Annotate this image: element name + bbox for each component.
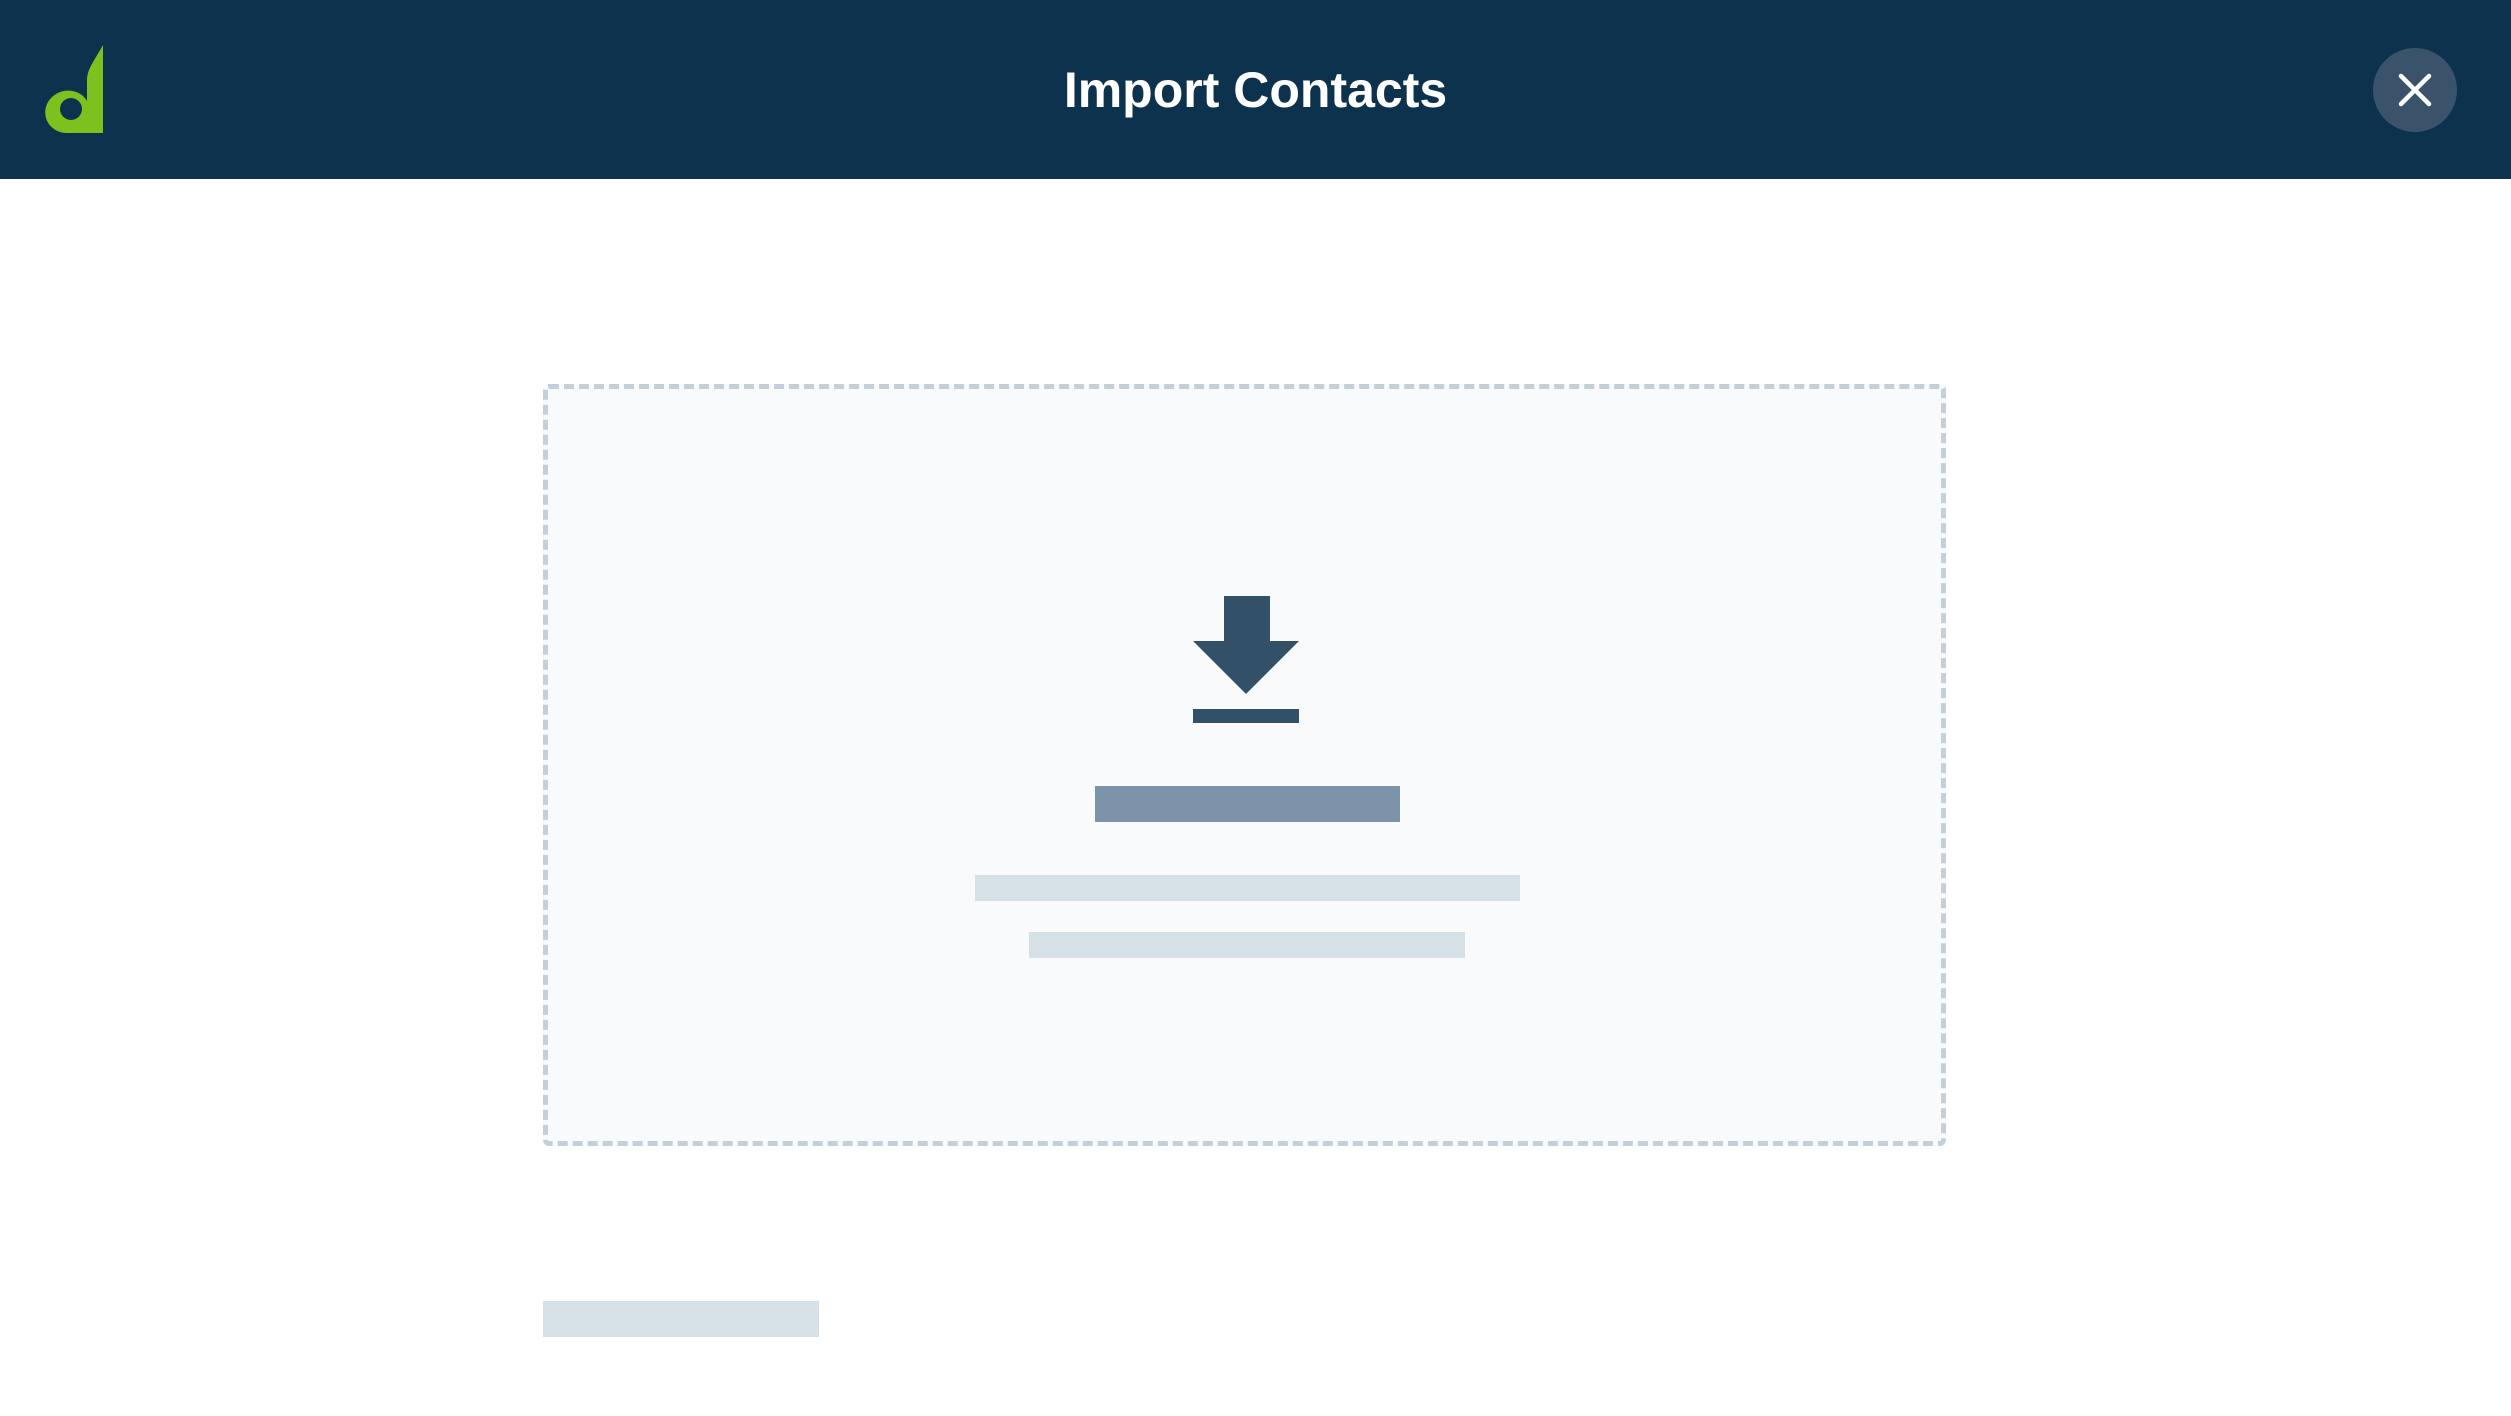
dropzone-text-placeholder-1 [975,875,1520,901]
top-bar: Import Contacts [0,0,2511,179]
footer-text-placeholder [543,1301,819,1337]
page-title: Import Contacts [1063,62,1448,118]
download-arrow-icon [1193,596,1299,723]
dropzone-text-placeholder-2 [1029,932,1465,958]
dropzone-heading-placeholder [1095,786,1400,822]
file-drop-zone[interactable] [543,384,1946,1146]
close-button[interactable] [2373,48,2457,132]
close-icon [2398,73,2432,107]
